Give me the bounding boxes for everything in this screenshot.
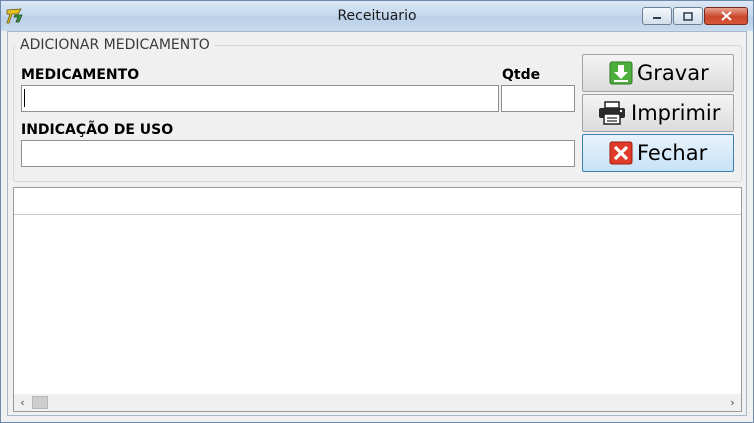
receituario-window: Receituario ADICIONAR MEDICAMENTO MEDICA… bbox=[0, 0, 754, 423]
qtde-input[interactable] bbox=[501, 85, 575, 112]
fechar-label: Fechar bbox=[637, 141, 708, 165]
save-download-icon bbox=[609, 61, 633, 85]
indicacao-input[interactable] bbox=[21, 140, 575, 167]
indicacao-label: INDICAÇÃO DE USO bbox=[21, 122, 174, 138]
title-bar[interactable]: Receituario bbox=[1, 1, 753, 31]
close-window-button[interactable] bbox=[704, 7, 748, 25]
qtde-label: Qtde bbox=[502, 67, 541, 83]
group-title: ADICIONAR MEDICAMENTO bbox=[20, 37, 210, 53]
maximize-button[interactable] bbox=[673, 7, 703, 25]
scroll-left-icon[interactable]: ‹ bbox=[14, 394, 31, 411]
maximize-icon bbox=[683, 11, 693, 21]
printer-icon bbox=[599, 101, 625, 125]
scroll-right-icon[interactable]: › bbox=[724, 394, 741, 411]
window-title: Receituario bbox=[337, 8, 417, 24]
medicamento-input[interactable] bbox=[21, 85, 499, 112]
window-controls bbox=[642, 7, 748, 25]
gravar-label: Gravar bbox=[637, 61, 709, 85]
medication-grid[interactable]: ‹ › bbox=[13, 187, 742, 412]
close-icon bbox=[720, 11, 732, 21]
horizontal-scrollbar[interactable]: ‹ › bbox=[14, 394, 741, 411]
medicamento-label: MEDICAMENTO bbox=[21, 67, 140, 83]
minimize-icon bbox=[653, 17, 661, 19]
fechar-button[interactable]: Fechar bbox=[582, 134, 734, 172]
grid-header bbox=[14, 188, 741, 215]
window-client-area: ADICIONAR MEDICAMENTO MEDICAMENTO Qtde I… bbox=[7, 31, 747, 416]
minimize-button[interactable] bbox=[642, 7, 672, 25]
close-x-icon bbox=[609, 141, 633, 165]
imprimir-label: Imprimir bbox=[631, 101, 721, 125]
imprimir-button[interactable]: Imprimir bbox=[582, 94, 734, 132]
scroll-thumb[interactable] bbox=[32, 396, 48, 409]
gravar-button[interactable]: Gravar bbox=[582, 54, 734, 92]
